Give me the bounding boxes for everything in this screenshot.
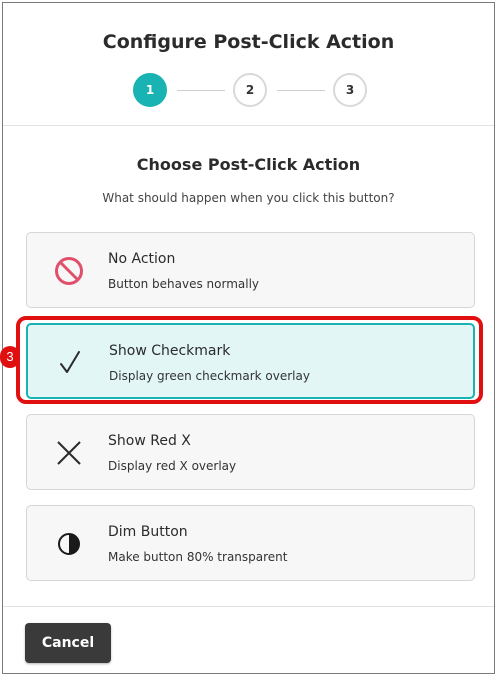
stepper: 1 2 3 <box>3 73 494 109</box>
dialog-footer: Cancel <box>3 606 494 673</box>
step-2: 2 <box>233 73 267 107</box>
option-description: Button behaves normally <box>108 277 260 291</box>
dialog-header: Configure Post-Click Action 1 2 3 <box>3 3 494 126</box>
section-subtitle: What should happen when you click this b… <box>102 191 395 205</box>
option-description: Make button 80% transparent <box>108 550 288 564</box>
option-title: Show Red X <box>108 433 191 449</box>
dialog-title: Configure Post-Click Action <box>102 31 395 53</box>
option-title: Dim Button <box>108 524 188 540</box>
section-title: Choose Post-Click Action <box>136 155 361 174</box>
option-dim-button[interactable]: Dim Button Make button 80% transparent <box>26 505 475 581</box>
x-icon <box>53 437 85 469</box>
annotation-badge: 3 <box>0 346 20 368</box>
half-circle-icon <box>53 528 85 560</box>
step-1: 1 <box>133 73 167 107</box>
highlight-annotation <box>16 316 483 404</box>
prohibited-icon <box>53 255 85 287</box>
cancel-button[interactable]: Cancel <box>25 623 111 663</box>
step-connector <box>177 90 225 91</box>
option-no-action[interactable]: No Action Button behaves normally <box>26 232 475 308</box>
step-connector <box>277 90 325 91</box>
option-show-red-x[interactable]: Show Red X Display red X overlay <box>26 414 475 490</box>
option-description: Display red X overlay <box>108 459 237 473</box>
option-title: No Action <box>108 251 176 267</box>
step-3: 3 <box>333 73 367 107</box>
